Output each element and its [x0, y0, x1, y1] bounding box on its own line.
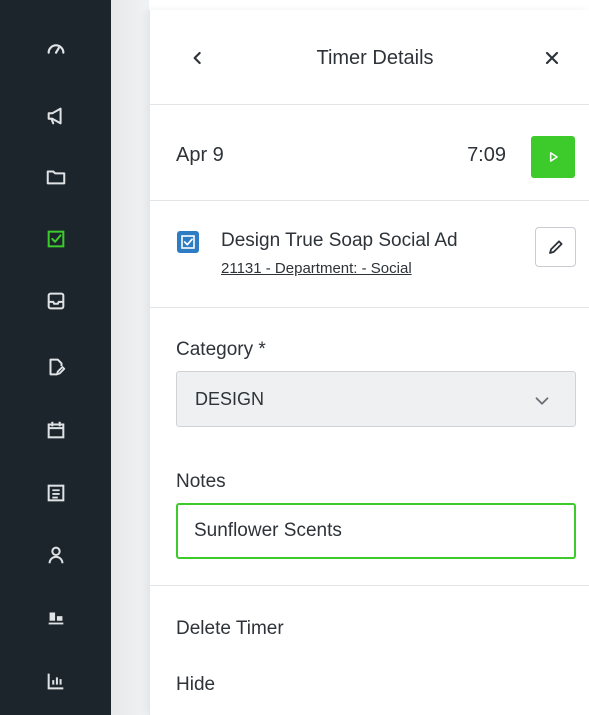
notes-label: Notes	[176, 471, 226, 492]
document-edit-icon	[48, 358, 65, 376]
chevron-left-icon	[193, 51, 201, 65]
person-icon	[48, 546, 63, 564]
delete-timer-link[interactable]: Delete Timer	[176, 618, 284, 640]
chevron-down-icon	[535, 397, 549, 405]
actions-divider	[150, 585, 589, 586]
pencil-icon	[548, 240, 563, 254]
task-check-icon	[181, 235, 195, 249]
sidebar-item-projects[interactable]	[0, 157, 111, 197]
sidebar-item-campaigns[interactable]	[0, 96, 111, 136]
megaphone-icon	[47, 107, 62, 125]
task-check-icon	[47, 230, 64, 248]
timer-date: Apr 9	[176, 144, 224, 166]
sidebar-item-calendar[interactable]	[0, 410, 111, 450]
calendar-icon	[47, 421, 64, 439]
back-button[interactable]	[186, 46, 210, 70]
sidebar-nav	[0, 0, 111, 715]
team-icon	[48, 612, 63, 625]
timer-details-panel: Timer Details Apr 9 7:09 Design True Soa…	[149, 10, 589, 715]
dashboard-icon	[47, 44, 64, 54]
panel-title: Timer Details	[316, 47, 434, 69]
bar-chart-icon	[47, 673, 63, 690]
timer-duration[interactable]: 7:09	[450, 144, 506, 167]
timer-date-row: Apr 9 7:09	[150, 106, 589, 201]
hide-link[interactable]: Hide	[176, 674, 215, 696]
panel-header: Timer Details	[150, 10, 589, 105]
sidebar-item-team[interactable]	[0, 598, 111, 638]
task-row: Design True Soap Social Ad 21131 - Depar…	[150, 202, 589, 308]
sidebar-item-lists[interactable]	[0, 473, 111, 513]
category-label: Category *	[176, 339, 266, 360]
sidebar-item-reports[interactable]	[0, 661, 111, 701]
folder-icon	[46, 170, 65, 185]
sidebar-item-tasks[interactable]	[0, 219, 111, 259]
sidebar-item-dashboard[interactable]	[0, 29, 111, 69]
close-icon	[545, 51, 559, 65]
category-selected-value: DESIGN	[195, 389, 265, 409]
category-select[interactable]: DESIGN	[176, 371, 576, 427]
task-type-badge	[177, 231, 199, 253]
play-icon	[549, 152, 558, 162]
inbox-icon	[47, 292, 64, 310]
task-project-link[interactable]: 21131 - Department: - Social	[221, 260, 412, 277]
close-button[interactable]	[540, 46, 564, 70]
sidebar-item-people[interactable]	[0, 535, 111, 575]
edit-task-button[interactable]	[535, 227, 576, 267]
notes-input[interactable]	[176, 503, 576, 559]
task-title: Design True Soap Social Ad	[221, 230, 458, 251]
sidebar-item-documents[interactable]	[0, 347, 111, 387]
background-gutter	[111, 0, 149, 715]
sidebar-item-inbox[interactable]	[0, 281, 111, 321]
list-icon	[47, 484, 64, 502]
start-timer-button[interactable]	[531, 136, 575, 178]
